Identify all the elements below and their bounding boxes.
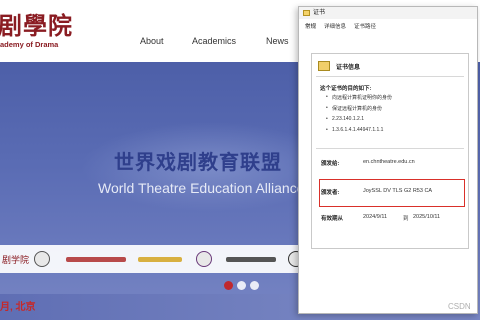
partner-logo[interactable] [196, 251, 215, 267]
logo-wordmark-icon [66, 256, 126, 262]
purpose-heading: 这个证书的目的如下: [320, 86, 372, 92]
partner-logo[interactable]: 剧学院 [2, 251, 29, 267]
divider [316, 76, 464, 77]
purpose-list: 向远程计算机证明你的身份 保证远程计算机的身份 2.23.140.1.2.1 1… [326, 94, 392, 138]
logo-english: ademy of Drama [0, 40, 59, 49]
nav-academics[interactable]: Academics [192, 36, 236, 46]
partner-logo[interactable] [66, 251, 126, 267]
purpose-item: 保证远程计算机的身份 [326, 105, 392, 116]
validity-to-word: 到 [403, 216, 409, 222]
carousel-dots [224, 281, 259, 290]
tab-details[interactable]: 详细信息 [324, 22, 346, 32]
partner-logo[interactable] [34, 251, 53, 267]
divider [316, 148, 464, 149]
partner-logo[interactable] [226, 251, 276, 267]
dialog-titlebar[interactable]: 证书 [299, 7, 477, 19]
banner-footer-strip [0, 294, 300, 320]
banner-footer-text: 月, 北京 [0, 302, 36, 313]
logo-chinese[interactable]: 剧學院 [0, 6, 73, 41]
dialog-tabs: 常规 详细信息 证书路径 [305, 22, 376, 32]
tab-certification-path[interactable]: 证书路径 [354, 22, 376, 32]
purpose-item: 向远程计算机证明你的身份 [326, 94, 392, 105]
validity-label: 有效期从 [321, 216, 344, 222]
emblem-icon [196, 251, 212, 267]
partner-logo-strip: 剧学院 [0, 245, 308, 273]
nav-news[interactable]: News [266, 36, 289, 46]
certificate-dialog: 证书 常规 详细信息 证书路径 证书信息 这个证书的目的如下: 向远程计算机证明… [298, 6, 478, 314]
valid-from-value: 2024/9/11 [363, 214, 388, 220]
valid-to-value: 2025/10/11 [413, 214, 441, 220]
carousel-dot[interactable] [250, 281, 259, 290]
watermark: CSDN [448, 302, 471, 311]
logo-wordmark-icon [226, 256, 276, 262]
dialog-title: 证书 [313, 10, 326, 16]
issued-by-label: 颁发者: [321, 190, 340, 196]
emblem-icon [34, 251, 50, 267]
partner-label: 剧学院 [2, 255, 30, 266]
nav-about[interactable]: About [140, 36, 164, 46]
certificate-icon [303, 10, 310, 16]
tab-general[interactable]: 常规 [305, 22, 316, 32]
hero-title-chinese: 世界戏剧教育联盟 [114, 150, 282, 174]
carousel-dot[interactable] [224, 281, 233, 290]
purpose-item: 1.3.6.1.4.1.44947.1.1.1 [326, 127, 392, 138]
carousel-dot[interactable] [237, 281, 246, 290]
issued-to-label: 颁发给: [321, 161, 340, 167]
hero-title-english: World Theatre Education Alliance [98, 180, 305, 196]
logo-wordmark-icon [138, 256, 182, 262]
partner-logo[interactable] [138, 251, 182, 267]
certificate-icon [318, 61, 330, 71]
purpose-item: 2.23.140.1.2.1 [326, 116, 392, 127]
issued-to-value: en.chntheatre.edu.cn [363, 159, 415, 165]
panel-title: 证书信息 [336, 65, 361, 71]
issued-by-value: JoySSL DV TLS G2 R53 CA [363, 188, 433, 194]
